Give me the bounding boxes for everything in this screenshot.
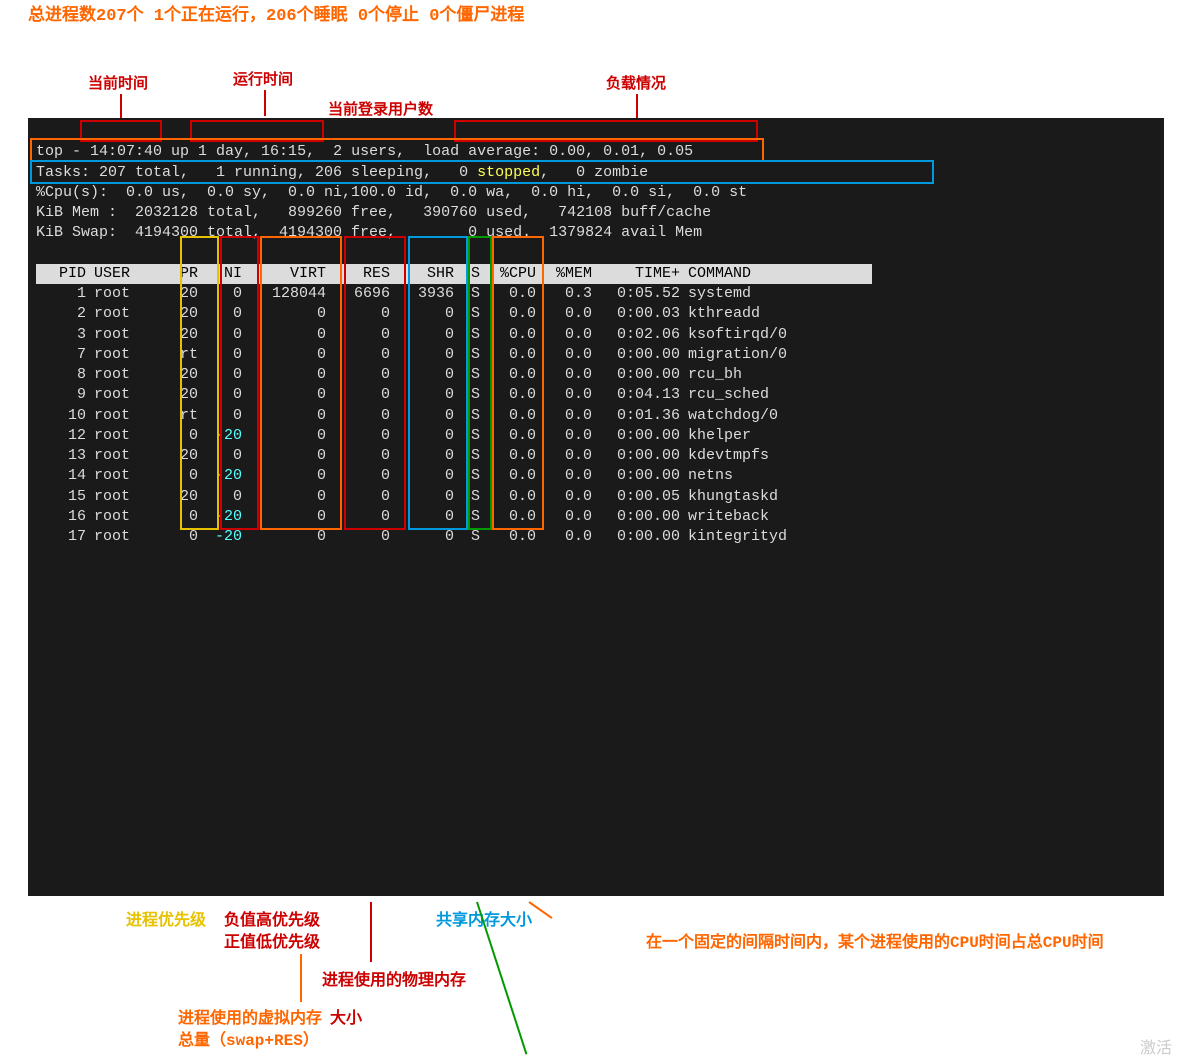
watermark: 激活 bbox=[1140, 1034, 1172, 1058]
col-pr: PR bbox=[158, 264, 202, 284]
col-timeplus: TIME+ bbox=[596, 264, 684, 284]
anno-pr: 进程优先级 bbox=[126, 906, 206, 930]
anno-ni1: 负值高优先级 bbox=[224, 906, 320, 930]
table-row: 7rootrt0000S0.00.00:00.00migration/0 bbox=[36, 345, 872, 365]
table-row: 8root200000S0.00.00:00.00rcu_bh bbox=[36, 365, 872, 385]
top-line-mem: KiB Mem : 2032128 total, 899260 free, 39… bbox=[36, 204, 711, 221]
leader-res bbox=[370, 902, 372, 962]
box-uptime bbox=[190, 120, 324, 142]
top-line-tasks: Tasks: 207 total, 1 running, 206 sleepin… bbox=[36, 164, 648, 181]
col-shr: SHR bbox=[394, 264, 458, 284]
table-row: 3root200000S0.00.00:02.06ksoftirqd/0 bbox=[36, 325, 872, 345]
table-header-row: PIDUSERPRNIVIRTRESSHRS%CPU%MEMTIME+COMMA… bbox=[36, 264, 872, 284]
top-line1: top - 14:07:40 up 1 day, 16:15, 2 users,… bbox=[36, 143, 693, 160]
anno-ni2: 正值低优先级 bbox=[224, 928, 320, 952]
terminal-output: top - 14:07:40 up 1 day, 16:15, 2 users,… bbox=[28, 118, 1164, 896]
tick-icon bbox=[264, 90, 266, 116]
anno-res1: 进程使用的物理内存 bbox=[322, 966, 466, 990]
table-row: 17root0-20000S0.00.00:00.00kintegrityd bbox=[36, 527, 872, 547]
col-virt: VIRT bbox=[246, 264, 330, 284]
col-ni: NI bbox=[202, 264, 246, 284]
table-row: 13root200000S0.00.00:00.00kdevtmpfs bbox=[36, 446, 872, 466]
col-user: USER bbox=[90, 264, 158, 284]
anno-virt1: 进程使用的虚拟内存 bbox=[178, 1004, 322, 1028]
leader-virt bbox=[300, 954, 302, 1002]
top-line-cpu: %Cpu(s): 0.0 us, 0.0 sy, 0.0 ni,100.0 id… bbox=[36, 184, 747, 201]
label-run-time: 运行时间 bbox=[233, 68, 293, 89]
col-res: RES bbox=[330, 264, 394, 284]
anno-cpu: 在一个固定的间隔时间内，某个进程使用的CPU时间占总CPU时间 bbox=[646, 928, 1104, 952]
table-row: 16root0-20000S0.00.00:00.00writeback bbox=[36, 507, 872, 527]
table-row: 15root200000S0.00.00:00.05khungtaskd bbox=[36, 487, 872, 507]
label-current-time: 当前时间 bbox=[88, 72, 148, 93]
col-s: S bbox=[458, 264, 484, 284]
col-command: COMMAND bbox=[684, 264, 872, 284]
table-row: 1root20012804466963936S0.00.30:05.52syst… bbox=[36, 284, 872, 304]
col-pctmem: %MEM bbox=[540, 264, 596, 284]
anno-process-summary: 总进程数207个 1个正在运行，206个睡眠 0个停止 0个僵尸进程 bbox=[28, 0, 1184, 26]
table-row: 12root0-20000S0.00.00:00.00khelper bbox=[36, 426, 872, 446]
anno-virt2: 总量（swap+RES） bbox=[178, 1026, 319, 1050]
tick-icon bbox=[120, 94, 122, 120]
anno-res2: 大小 bbox=[330, 1004, 362, 1028]
table-row: 14root0-20000S0.00.00:00.00netns bbox=[36, 466, 872, 486]
table-row: 2root200000S0.00.00:00.03kthreadd bbox=[36, 304, 872, 324]
box-load bbox=[454, 120, 758, 142]
anno-shr: 共享内存大小 bbox=[436, 906, 532, 930]
tick-icon bbox=[636, 94, 638, 120]
col-pid: PID bbox=[36, 264, 90, 284]
top-line-swap: KiB Swap: 4194300 total, 4194300 free, 0… bbox=[36, 224, 702, 241]
col-pctcpu: %CPU bbox=[484, 264, 540, 284]
label-login-users: 当前登录用户数 bbox=[328, 98, 433, 119]
table-row: 10rootrt0000S0.00.00:01.36watchdog/0 bbox=[36, 406, 872, 426]
label-load: 负载情况 bbox=[606, 72, 666, 93]
box-time bbox=[80, 120, 162, 142]
leader-cpu bbox=[528, 901, 552, 919]
process-table: PIDUSERPRNIVIRTRESSHRS%CPU%MEMTIME+COMMA… bbox=[36, 264, 872, 548]
table-row: 9root200000S0.00.00:04.13rcu_sched bbox=[36, 385, 872, 405]
